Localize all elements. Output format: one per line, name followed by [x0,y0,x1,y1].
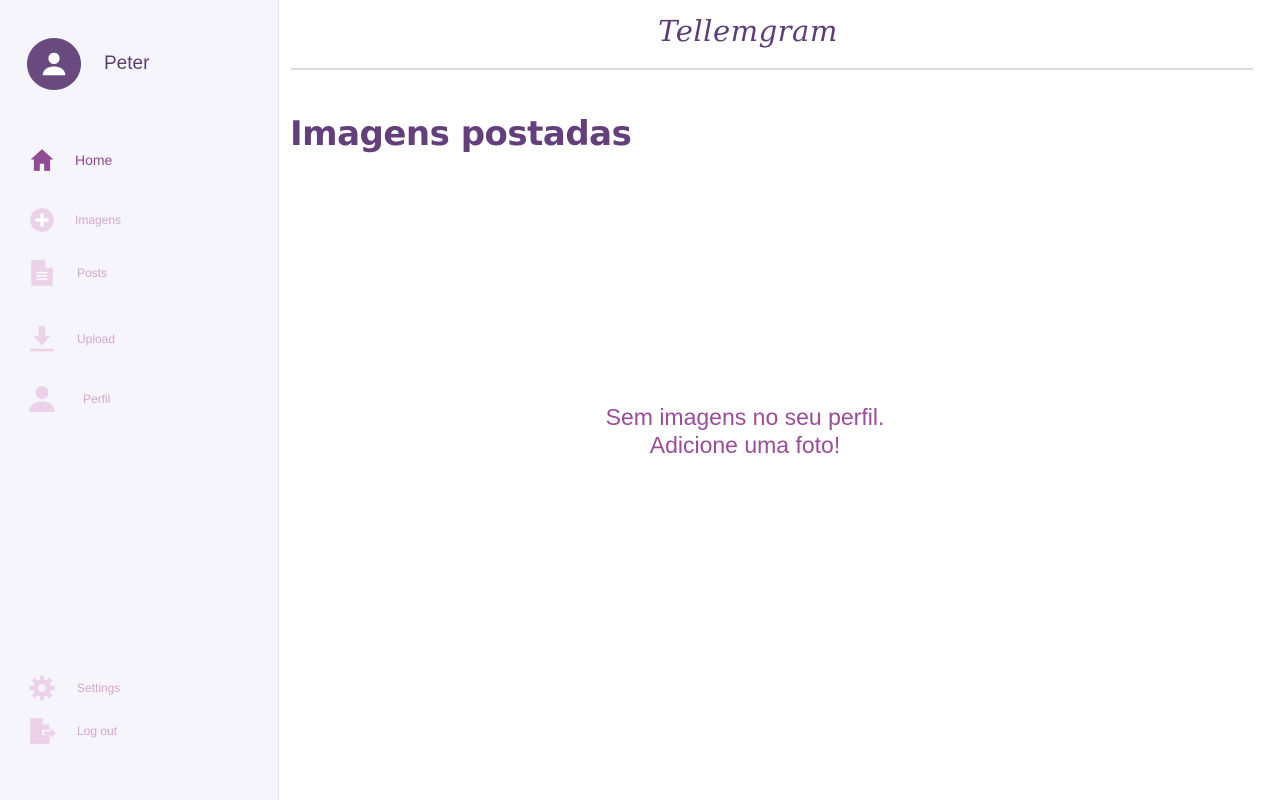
sidebar: Peter Home Imagens Posts Upload Perfil S… [0,0,279,800]
user-avatar-icon [42,52,66,76]
sidebar-item-label: Settings [77,681,121,695]
person-icon [28,385,56,413]
sidebar-item-label: Log out [77,724,118,738]
sidebar-item-label: Imagens [75,213,122,227]
add-circle-icon [28,206,56,234]
empty-state-line-2: Adicione uma foto! [649,432,841,458]
home-icon [28,146,56,174]
sidebar-item-perfil[interactable]: Perfil [28,385,110,413]
brand-logo: Tellemgram [658,14,838,48]
user-profile[interactable]: Peter [27,38,149,90]
gear-icon [28,674,56,702]
empty-state-message: Sem imagens no seu perfil. Adicione uma … [279,403,1211,459]
logout-icon [28,717,56,745]
sidebar-item-label: Perfil [83,392,111,406]
header-divider [291,68,1253,70]
main-content: Tellemgram Imagens postadas Sem imagens … [279,0,1280,800]
sidebar-item-label: Home [75,152,113,168]
page-title: Imagens postadas [290,114,632,154]
sidebar-item-logout[interactable]: Log out [28,717,117,745]
sidebar-item-upload[interactable]: Upload [28,325,115,353]
avatar[interactable] [27,38,81,90]
sidebar-item-label: Posts [77,266,108,280]
empty-state-line-1: Sem imagens no seu perfil. [605,404,885,430]
username: Peter [104,53,150,74]
document-icon [28,259,56,287]
sidebar-item-imagens[interactable]: Imagens [28,206,121,234]
download-icon [28,325,56,353]
sidebar-item-settings[interactable]: Settings [28,674,120,702]
sidebar-item-home[interactable]: Home [28,146,112,174]
sidebar-item-label: Upload [77,332,116,346]
sidebar-item-posts[interactable]: Posts [28,259,107,287]
